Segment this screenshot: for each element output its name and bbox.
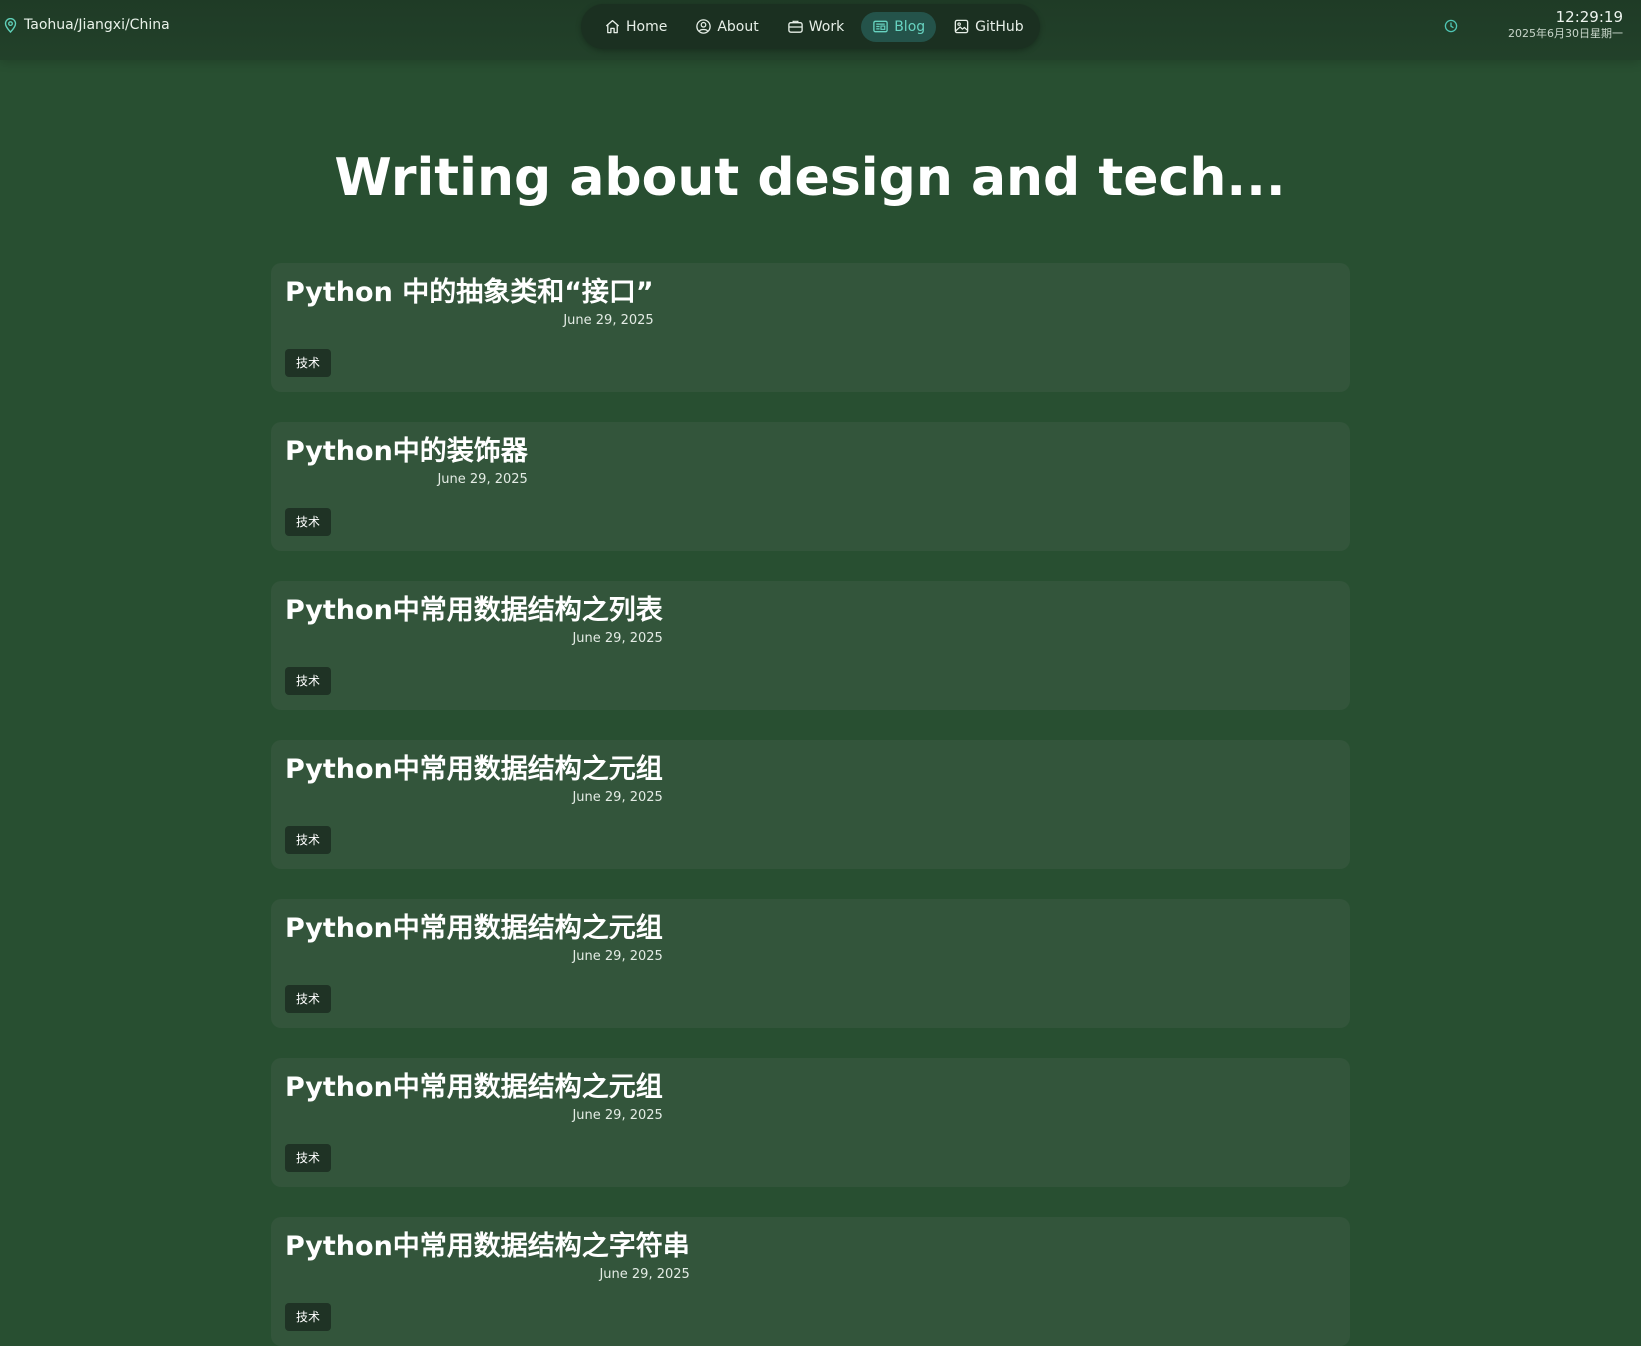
nav-item-label: Home bbox=[626, 18, 668, 35]
post-header: Python中的装饰器 June 29, 2025 bbox=[285, 435, 528, 489]
post-header: Python中常用数据结构之元组 June 29, 2025 bbox=[285, 1071, 663, 1125]
post-header: Python中常用数据结构之元组 June 29, 2025 bbox=[285, 753, 663, 807]
nav-item-label: GitHub bbox=[975, 18, 1024, 35]
newspaper-icon bbox=[873, 20, 888, 33]
post-date: June 29, 2025 bbox=[437, 472, 528, 487]
post-title[interactable]: Python中常用数据结构之元组 bbox=[285, 1071, 663, 1105]
post-tag[interactable]: 技术 bbox=[285, 985, 332, 1013]
post-header: Python中常用数据结构之字符串 June 29, 2025 bbox=[285, 1230, 690, 1284]
user-circle-icon bbox=[696, 19, 712, 34]
post-card[interactable]: Python中常用数据结构之元组 June 29, 2025 技术 bbox=[271, 740, 1350, 869]
post-header: Python中常用数据结构之元组 June 29, 2025 bbox=[285, 912, 663, 966]
post-title[interactable]: Python中常用数据结构之列表 bbox=[285, 594, 663, 628]
location-text: Taohua/Jiangxi/China bbox=[24, 17, 170, 33]
post-date: June 29, 2025 bbox=[572, 790, 663, 805]
nav-item-home[interactable]: Home bbox=[593, 12, 678, 42]
clock-time: 12:29:19 bbox=[1555, 8, 1623, 26]
post-card[interactable]: Python中常用数据结构之元组 June 29, 2025 技术 bbox=[271, 1058, 1350, 1187]
main-nav: Home About Work Blog GitHub bbox=[581, 4, 1040, 49]
post-tag[interactable]: 技术 bbox=[285, 667, 332, 695]
top-bar: Taohua/Jiangxi/China Home About Work Blo… bbox=[0, 0, 1641, 60]
clock-icon bbox=[1444, 19, 1458, 33]
post-list: Python 中的抽象类和“接口” June 29, 2025 技术 Pytho… bbox=[271, 263, 1350, 1346]
post-date: June 29, 2025 bbox=[572, 949, 663, 964]
post-tag[interactable]: 技术 bbox=[285, 349, 332, 377]
post-title[interactable]: Python中常用数据结构之字符串 bbox=[285, 1230, 690, 1264]
post-card[interactable]: Python 中的抽象类和“接口” June 29, 2025 技术 bbox=[271, 263, 1350, 392]
post-tag[interactable]: 技术 bbox=[285, 826, 332, 854]
clock: 12:29:19 2025年6月30日星期一 bbox=[1508, 8, 1623, 41]
briefcase-icon bbox=[787, 20, 803, 33]
post-title[interactable]: Python中的装饰器 bbox=[285, 435, 528, 469]
clock-date: 2025年6月30日星期一 bbox=[1508, 27, 1623, 40]
post-date: June 29, 2025 bbox=[572, 1108, 663, 1123]
post-card[interactable]: Python中常用数据结构之元组 June 29, 2025 技术 bbox=[271, 899, 1350, 1028]
map-pin-icon bbox=[4, 17, 17, 33]
image-icon bbox=[954, 19, 969, 34]
page-title: Writing about design and tech... bbox=[334, 148, 1286, 208]
nav-item-github[interactable]: GitHub bbox=[942, 12, 1035, 42]
post-title[interactable]: Python 中的抽象类和“接口” bbox=[285, 276, 654, 310]
post-header: Python 中的抽象类和“接口” June 29, 2025 bbox=[285, 276, 654, 330]
post-tag[interactable]: 技术 bbox=[285, 508, 332, 536]
post-card[interactable]: Python中常用数据结构之字符串 June 29, 2025 技术 bbox=[271, 1217, 1350, 1346]
post-title[interactable]: Python中常用数据结构之元组 bbox=[285, 753, 663, 787]
nav-item-label: About bbox=[717, 18, 759, 35]
post-tag[interactable]: 技术 bbox=[285, 1144, 332, 1172]
nav-item-label: Blog bbox=[894, 18, 926, 35]
post-date: June 29, 2025 bbox=[599, 1267, 690, 1282]
home-icon bbox=[605, 19, 620, 34]
nav-item-blog[interactable]: Blog bbox=[861, 11, 937, 42]
location: Taohua/Jiangxi/China bbox=[4, 17, 170, 33]
nav-item-about[interactable]: About bbox=[684, 12, 769, 42]
post-date: June 29, 2025 bbox=[563, 313, 654, 328]
post-date: June 29, 2025 bbox=[572, 631, 663, 646]
post-card[interactable]: Python中常用数据结构之列表 June 29, 2025 技术 bbox=[271, 581, 1350, 710]
nav-item-work[interactable]: Work bbox=[776, 12, 855, 42]
post-header: Python中常用数据结构之列表 June 29, 2025 bbox=[285, 594, 663, 648]
nav-item-label: Work bbox=[808, 18, 845, 35]
post-title[interactable]: Python中常用数据结构之元组 bbox=[285, 912, 663, 946]
post-card[interactable]: Python中的装饰器 June 29, 2025 技术 bbox=[271, 422, 1350, 551]
post-tag[interactable]: 技术 bbox=[285, 1303, 332, 1331]
